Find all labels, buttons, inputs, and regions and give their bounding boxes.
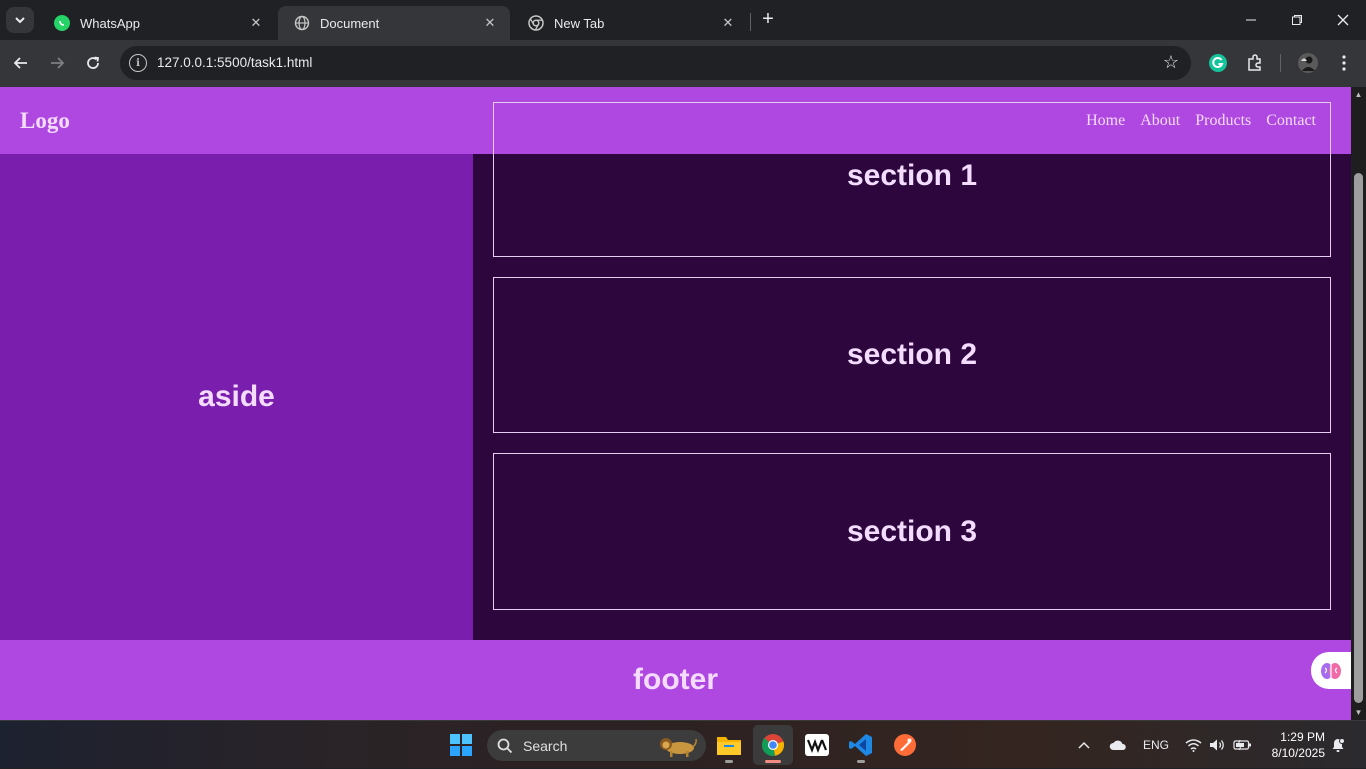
tab-strip: WhatsApp ✕ Document ✕ New Tab ✕ + [0, 0, 1366, 40]
chrome-icon [528, 15, 544, 31]
search-icon [497, 738, 513, 753]
chevron-up-icon [1078, 741, 1090, 749]
section-2: section 2 [493, 277, 1331, 433]
language-indicator[interactable]: ENG [1143, 721, 1169, 769]
url-text[interactable]: 127.0.0.1:5500/task1.html [157, 55, 312, 70]
file-explorer-taskbar-icon[interactable] [709, 725, 749, 765]
site-logo[interactable]: Logo [20, 108, 70, 134]
tab-document[interactable]: Document ✕ [278, 6, 510, 40]
show-hidden-icons-button[interactable] [1078, 721, 1094, 769]
folder-icon [717, 737, 741, 755]
section-label: section 1 [846, 159, 978, 192]
section-1: section 1 [493, 102, 1331, 257]
chrome-menu-button[interactable] [1332, 51, 1356, 75]
reload-button[interactable] [80, 50, 106, 76]
more-vertical-icon [1342, 55, 1346, 71]
main-content: section 1 section 2 section 3 [473, 102, 1351, 640]
address-bar[interactable]: i 127.0.0.1:5500/task1.html ☆ [120, 46, 1191, 80]
brain-icon [1321, 662, 1341, 679]
close-icon[interactable]: ✕ [248, 15, 264, 31]
forward-button[interactable] [44, 50, 70, 76]
chrome-taskbar-icon[interactable] [753, 725, 793, 765]
close-icon[interactable]: ✕ [720, 15, 736, 31]
ai-assistant-button[interactable] [1311, 652, 1351, 689]
footer-label: footer [633, 663, 718, 696]
arrow-left-icon [13, 57, 27, 69]
wondershare-icon [805, 734, 829, 756]
wondershare-taskbar-icon[interactable] [797, 725, 837, 765]
browser-toolbar: i 127.0.0.1:5500/task1.html ☆ [0, 40, 1366, 87]
tab-separator [750, 13, 751, 31]
section-label: section 3 [846, 514, 978, 548]
close-icon [1337, 14, 1349, 26]
tab-new-tab[interactable]: New Tab ✕ [512, 6, 748, 40]
volume-icon[interactable] [1209, 721, 1227, 769]
windows-logo-icon [450, 734, 472, 756]
scroll-up-icon[interactable]: ▲ [1354, 90, 1363, 99]
onedrive-icon[interactable] [1109, 721, 1129, 769]
aside-label: aside [198, 380, 275, 413]
minimize-icon [1246, 19, 1256, 21]
search-highlight-lion-icon [660, 738, 697, 757]
vscode-icon [849, 734, 872, 756]
page-scrollbar[interactable]: ▲ ▼ [1351, 87, 1366, 720]
scrollbar-thumb[interactable] [1354, 173, 1363, 703]
site-footer: footer [0, 640, 1351, 720]
scroll-down-icon[interactable]: ▼ [1354, 708, 1363, 717]
page-viewport: Logo Home About Products Contact aside s… [0, 87, 1351, 720]
restore-icon [1292, 15, 1302, 25]
back-button[interactable] [8, 50, 34, 76]
profile-avatar[interactable] [1296, 51, 1320, 75]
section-label: section 2 [846, 338, 978, 371]
grammarly-icon[interactable] [1206, 51, 1230, 75]
search-label: Search [523, 737, 568, 754]
reload-icon [87, 56, 100, 69]
notifications-bell-icon[interactable] [1331, 721, 1347, 769]
chrome-icon [761, 734, 785, 756]
close-window-button[interactable] [1320, 0, 1366, 40]
windows-taskbar: Search ENG 1:29 PM 8/10/2025 [0, 720, 1366, 768]
postman-taskbar-icon[interactable] [885, 725, 925, 765]
vscode-taskbar-icon[interactable] [841, 725, 881, 765]
new-tab-button[interactable]: + [757, 9, 779, 31]
whatsapp-icon [54, 15, 70, 31]
running-indicator [765, 760, 781, 763]
close-icon[interactable]: ✕ [482, 15, 498, 31]
section-3: section 3 [493, 453, 1331, 610]
wifi-icon[interactable] [1185, 721, 1203, 769]
postman-icon [894, 734, 916, 756]
start-button[interactable] [441, 725, 481, 765]
clock-date: 8/10/2025 [1271, 746, 1325, 760]
chevron-down-icon [15, 17, 25, 24]
tab-title: Document [320, 15, 380, 31]
running-indicator [857, 760, 865, 763]
taskbar-search[interactable]: Search [487, 730, 706, 761]
bookmark-star-icon[interactable]: ☆ [1163, 52, 1179, 73]
battery-icon[interactable] [1233, 721, 1253, 769]
restore-button[interactable] [1274, 0, 1320, 40]
aside-panel: aside [0, 154, 473, 640]
running-indicator [725, 760, 733, 763]
toolbar-separator [1280, 54, 1281, 72]
tab-title: WhatsApp [80, 15, 140, 31]
tab-title: New Tab [554, 15, 605, 31]
language-label: ENG [1143, 738, 1170, 752]
site-info-icon[interactable]: i [129, 54, 147, 72]
tab-whatsapp[interactable]: WhatsApp ✕ [38, 6, 276, 40]
globe-icon [294, 15, 310, 31]
clock-time: 1:29 PM [1280, 730, 1325, 744]
taskbar-clock[interactable]: 1:29 PM 8/10/2025 [1263, 729, 1325, 761]
tab-search-button[interactable] [6, 7, 34, 33]
minimize-button[interactable] [1228, 0, 1274, 40]
extensions-icon[interactable] [1243, 51, 1267, 75]
arrow-right-icon [51, 57, 65, 69]
